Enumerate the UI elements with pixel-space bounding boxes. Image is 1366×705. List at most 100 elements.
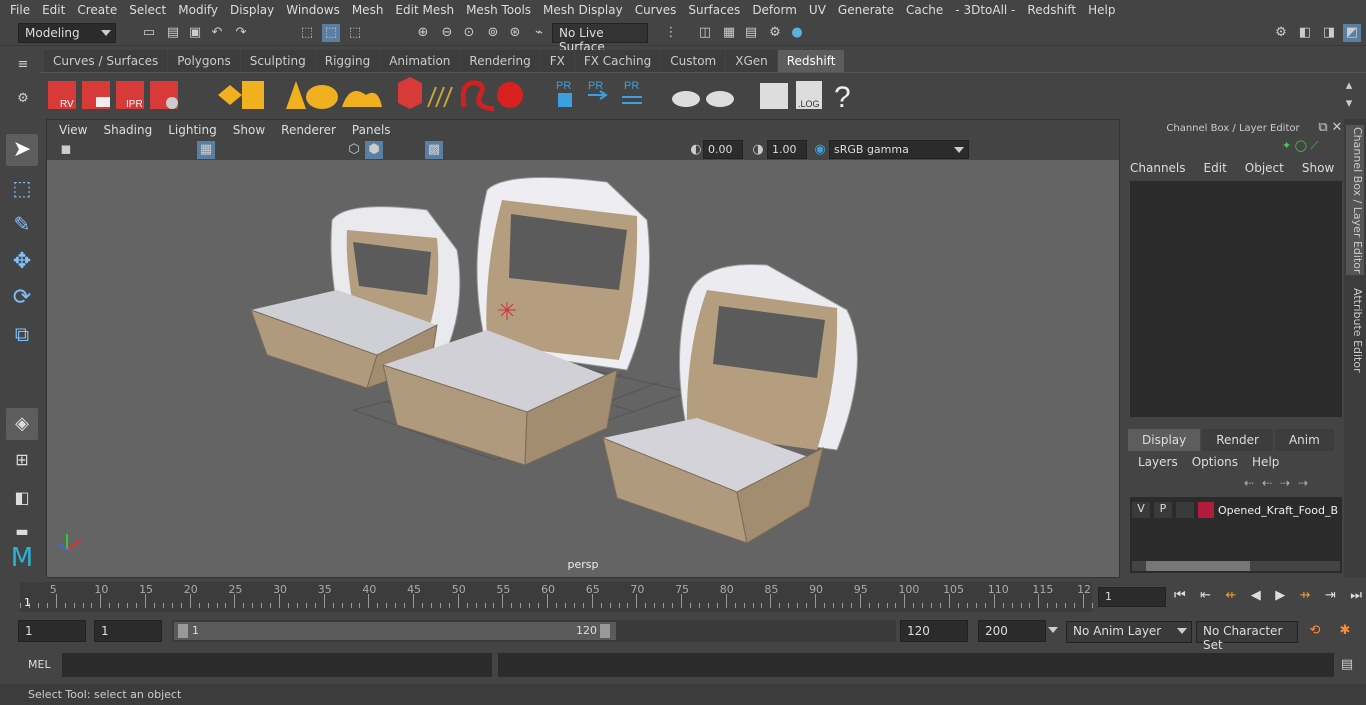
shelf-menu-icon[interactable]: ≡ (14, 56, 32, 74)
tab-animation[interactable]: Animation (380, 50, 460, 72)
rs-dome-light-icon[interactable] (306, 85, 338, 109)
menu-mesh-tools[interactable]: Mesh Tools (460, 3, 537, 17)
tab-xgen[interactable]: XGen (726, 50, 777, 72)
redo-icon[interactable]: ↷ (232, 24, 250, 42)
ipr-render-icon[interactable]: ▤ (742, 24, 760, 42)
character-set-selector[interactable]: No Character Set (1196, 621, 1298, 652)
viewport-menu-panels[interactable]: Panels (344, 123, 399, 137)
textured-icon[interactable]: ▩ (425, 141, 443, 159)
scale-tool-icon[interactable]: ⧉ (6, 318, 38, 350)
menu-mesh[interactable]: Mesh (346, 3, 390, 17)
tab-redshift[interactable]: Redshift (777, 50, 845, 72)
tab-curves-surfaces[interactable]: Curves / Surfaces (44, 50, 168, 72)
render-view-icon[interactable]: ◫ (696, 24, 714, 42)
select-tool-icon[interactable]: ➤ (6, 134, 38, 166)
rs-script-icon[interactable] (760, 83, 788, 109)
lasso-tool-icon[interactable]: ⬚ (6, 172, 38, 204)
tab-fx[interactable]: FX (540, 50, 574, 72)
color-management-icon[interactable]: ◉ (811, 141, 829, 159)
auto-key-icon[interactable]: ⟲ (1306, 622, 1324, 640)
channel-menu-edit[interactable]: Edit (1204, 161, 1227, 175)
current-frame-field[interactable]: 1 (1098, 587, 1166, 607)
select-hierarchy-icon[interactable]: ⬚ (298, 24, 316, 42)
tab-attribute-editor[interactable]: Attribute Editor (1346, 285, 1364, 375)
go-to-start-icon[interactable]: ⏮ (1174, 588, 1186, 603)
tab-display[interactable]: Display (1128, 429, 1201, 451)
rs-curve-icon[interactable] (460, 80, 495, 112)
menu-cache[interactable]: Cache (900, 3, 949, 17)
smooth-shade-icon[interactable]: ⬢ (365, 141, 383, 159)
menu-display[interactable]: Display (224, 3, 280, 17)
input-ops-icon[interactable]: ⋮ (662, 24, 680, 42)
menu-windows[interactable]: Windows (280, 3, 346, 17)
layer-visibility-toggle[interactable]: V (1132, 502, 1150, 518)
mel-label[interactable]: MEL (28, 658, 51, 671)
range-handle-left[interactable] (178, 624, 188, 638)
color-space-selector[interactable]: sRGB gamma (829, 140, 969, 159)
snap-surface-icon[interactable]: ⊛ (506, 24, 524, 42)
open-scene-icon[interactable]: ▤ (164, 24, 182, 42)
layer-type-toggle[interactable] (1176, 502, 1194, 518)
script-editor-icon[interactable]: ▤ (1338, 656, 1356, 674)
help-icon[interactable]: ? (834, 81, 851, 114)
layer-scrollbar[interactable] (1132, 561, 1340, 571)
select-camera-icon[interactable]: ◼ (57, 141, 75, 159)
move-tool-icon[interactable]: ✥ (6, 246, 38, 278)
play-backwards-icon[interactable]: ◀ (1251, 588, 1261, 603)
range-handle[interactable]: 1 120 (174, 622, 616, 640)
menu-create[interactable]: Create (71, 3, 123, 17)
tab-custom[interactable]: Custom (661, 50, 726, 72)
render-sequence-icon[interactable] (82, 81, 110, 109)
channel-box-toggle-icon[interactable]: ◩ (1343, 24, 1361, 42)
gamma-field[interactable]: 1.00 (767, 140, 807, 159)
viewport-menu-renderer[interactable]: Renderer (273, 123, 344, 137)
scene-view[interactable] (47, 160, 1119, 555)
playback-start-field[interactable]: 1 (94, 620, 162, 642)
exposure-field[interactable]: 0.00 (703, 140, 743, 159)
viewport-menu-shading[interactable]: Shading (95, 123, 160, 137)
rs-bake-options-icon[interactable] (706, 91, 734, 107)
viewport-menu-view[interactable]: View (51, 123, 95, 137)
start-time-field[interactable]: 1 (18, 620, 86, 642)
channel-menu-channels[interactable]: Channels (1130, 161, 1186, 175)
render-frame-icon[interactable]: ▦ (720, 24, 738, 42)
rv-icon[interactable]: RV (48, 81, 76, 110)
tab-rigging[interactable]: Rigging (315, 50, 380, 72)
layer-row[interactable]: V P Opened_Kraft_Food_B (1132, 501, 1342, 519)
wireframe-icon[interactable]: ⬡ (345, 141, 363, 159)
shelf-settings-icon[interactable]: ⚙ (14, 90, 32, 108)
mode-selector[interactable]: Modeling (18, 23, 116, 43)
modeling-toolkit-icon[interactable]: ◧ (1296, 24, 1314, 42)
gamma-icon[interactable]: ◑ (749, 141, 767, 159)
menu-select[interactable]: Select (123, 3, 172, 17)
menu-edit[interactable]: Edit (36, 3, 71, 17)
rs-sun-sky-icon[interactable] (342, 91, 382, 107)
snap-curve-icon[interactable]: ⊖ (438, 24, 456, 42)
rs-log-icon[interactable]: .LOG (796, 81, 822, 109)
select-component-icon[interactable]: ⬚ (346, 24, 364, 42)
tab-fx-caching[interactable]: FX Caching (574, 50, 661, 72)
rs-bake-icon[interactable] (672, 91, 700, 107)
single-perspective-layout-icon[interactable]: ◈ (6, 408, 38, 440)
menu-3dtoall[interactable]: - 3DtoAll - (949, 3, 1021, 17)
tab-anim[interactable]: Anim (1274, 429, 1334, 451)
rotate-tool-icon[interactable]: ⟳ (6, 282, 38, 314)
menu-redshift[interactable]: Redshift (1021, 3, 1082, 17)
layer-playback-toggle[interactable]: P (1154, 502, 1172, 518)
tab-channel-box[interactable]: Channel Box / Layer Editor (1346, 125, 1364, 275)
four-view-layout-icon[interactable]: ⊞ (6, 444, 38, 476)
step-back-key-icon[interactable]: ⇤ (1200, 588, 1211, 603)
step-back-frame-icon[interactable]: ⇷ (1225, 588, 1236, 603)
save-scene-icon[interactable]: ▣ (186, 24, 204, 42)
range-options-dropdown[interactable] (1048, 621, 1062, 641)
go-to-end-icon[interactable]: ⏭ (1350, 588, 1362, 603)
make-live-icon[interactable]: ⌁ (530, 24, 548, 42)
pr-export-icon[interactable]: PR (588, 80, 608, 100)
time-slider[interactable]: 5 10 15 20 25 30 35 40 45 50 55 60 65 70 75 80 85 90 95 100… (0, 580, 1366, 616)
attribute-editor-toggle-icon[interactable]: ◨ (1320, 24, 1338, 42)
channel-box-tools-icon[interactable]: ✦ ◯ ⟋ (1282, 139, 1342, 155)
tab-sculpting[interactable]: Sculpting (240, 50, 315, 72)
channel-box-area[interactable] (1130, 181, 1342, 417)
menu-mesh-display[interactable]: Mesh Display (537, 3, 629, 17)
tab-rendering[interactable]: Rendering (460, 50, 540, 72)
